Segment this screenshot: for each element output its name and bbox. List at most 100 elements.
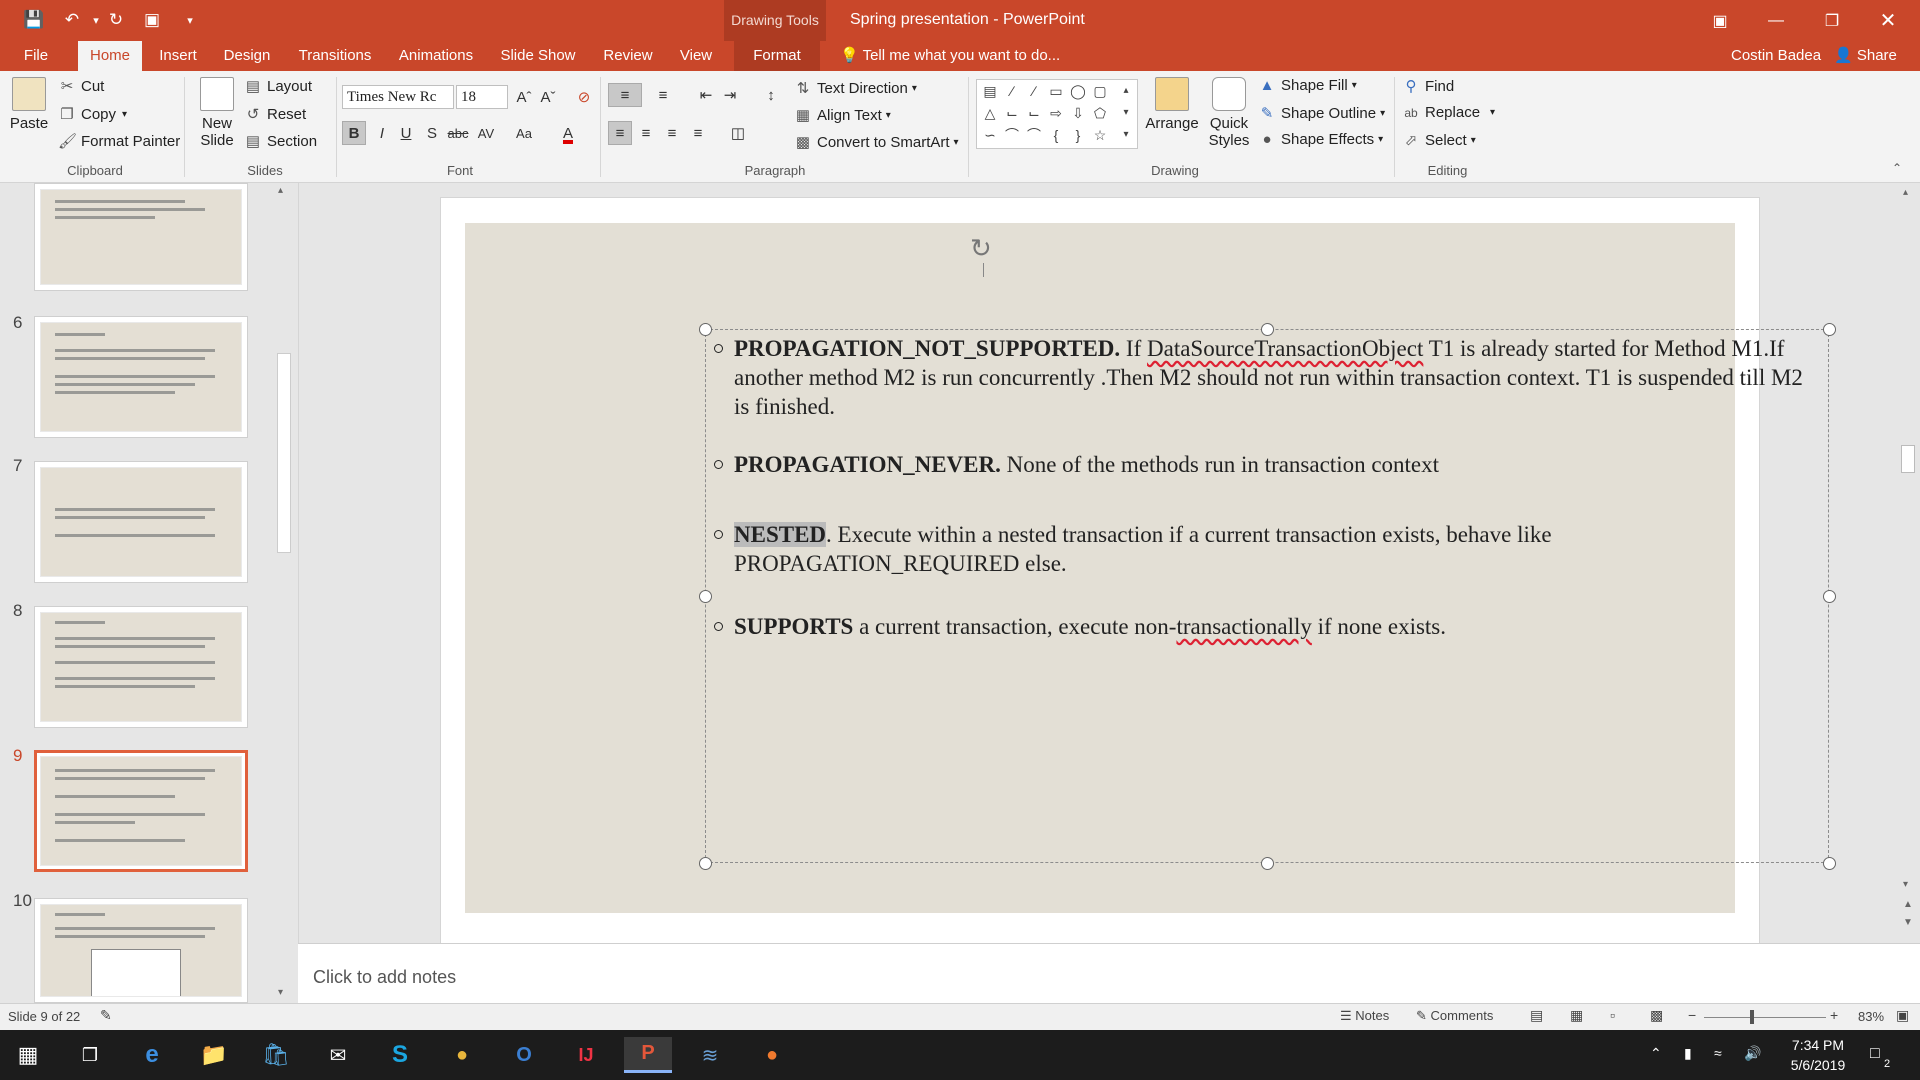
thumbnail-scrollbar[interactable]: ▴ ▾ <box>276 183 292 1003</box>
increase-indent-icon[interactable]: ⇥ <box>718 83 742 107</box>
tab-format[interactable]: Format <box>734 41 820 71</box>
align-center-icon[interactable]: ≡ <box>634 121 658 145</box>
zoom-slider[interactable] <box>1704 1017 1826 1018</box>
rectangle-shape-icon[interactable]: ▭ <box>1047 82 1065 100</box>
notes-toggle[interactable]: ☰ Notes <box>1340 1008 1389 1024</box>
resize-handle[interactable] <box>1823 590 1836 603</box>
resize-handle[interactable] <box>699 590 712 603</box>
shape-outline-button[interactable]: ✎ Shape Outline ▾ <box>1258 104 1385 123</box>
redo-icon[interactable]: ↻ <box>102 8 130 32</box>
fit-slide-icon[interactable]: ▣ <box>1896 1007 1909 1024</box>
slide-thumbnail[interactable] <box>34 183 248 291</box>
section-button[interactable]: ▤ Section <box>244 132 317 151</box>
rounded-rect-shape-icon[interactable]: ▢ <box>1091 82 1109 100</box>
italic-button[interactable]: I <box>370 121 394 145</box>
bullets-icon[interactable]: ≡ <box>608 83 642 107</box>
tray-overflow-icon[interactable]: ⌃ <box>1650 1045 1662 1062</box>
paste-button[interactable]: Paste <box>8 77 50 132</box>
normal-view-icon[interactable]: ▤ <box>1530 1007 1543 1024</box>
shapes-gallery[interactable]: ▤ ∕ ∕ ▭ ◯ ▢ △ ⌙ ⌙ ⇨ ⇩ ⬠ ∽ ⌒ ⌒ { } ☆ ▴ ▾ … <box>976 79 1138 149</box>
tab-review[interactable]: Review <box>596 41 660 71</box>
slide-thumbnail[interactable] <box>34 316 248 438</box>
find-button[interactable]: ⚲ Find <box>1402 77 1455 96</box>
bullet-item[interactable]: PROPAGATION_NOT_SUPPORTED. If DataSource… <box>714 334 1814 421</box>
zoom-out-icon[interactable]: − <box>1688 1007 1696 1023</box>
format-painter-button[interactable]: 🖌 Format Painter <box>58 132 180 151</box>
windows-start-icon[interactable]: ▦ <box>4 1037 52 1073</box>
previous-slide-icon[interactable]: ▲ <box>1903 899 1913 910</box>
bullet-item[interactable]: SUPPORTS a current transaction, execute … <box>714 612 1814 641</box>
font-color-icon[interactable]: A <box>556 121 580 145</box>
scroll-down-icon[interactable]: ▾ <box>1903 879 1908 890</box>
shadow-button[interactable]: S <box>420 121 444 145</box>
oval-shape-icon[interactable]: ◯ <box>1069 82 1087 100</box>
replace-button[interactable]: ab Replace ▾ <box>1402 104 1495 121</box>
comments-toggle[interactable]: ✎ Comments <box>1416 1008 1493 1024</box>
misspelled-word[interactable]: DataSourceTransactionObject <box>1147 336 1423 361</box>
text-direction-button[interactable]: ⇅ Text Direction ▾ <box>794 79 917 98</box>
tab-home[interactable]: Home <box>78 41 142 71</box>
arrow-right-shape-icon[interactable]: ⇨ <box>1047 104 1065 122</box>
task-view-icon[interactable]: ❐ <box>66 1037 114 1073</box>
tab-view[interactable]: View <box>672 41 720 71</box>
misspelled-word[interactable]: transactionally <box>1176 614 1311 639</box>
database-tool-icon[interactable]: ≋ <box>686 1037 734 1073</box>
line-shape-icon[interactable]: ∕ <box>1025 82 1043 100</box>
spelling-check-icon[interactable]: ✎ <box>100 1007 112 1024</box>
tab-file[interactable]: File <box>10 41 62 71</box>
resize-handle[interactable] <box>1823 323 1836 336</box>
file-explorer-icon[interactable]: 📁 <box>190 1037 238 1073</box>
bullet-term-selected[interactable]: NESTED <box>734 522 827 547</box>
share-button[interactable]: 👤 Share <box>1834 41 1897 71</box>
new-slide-button[interactable]: New Slide <box>194 77 240 149</box>
freeform-shape-icon[interactable]: ⬠ <box>1091 104 1109 122</box>
tab-transitions[interactable]: Transitions <box>290 41 380 71</box>
character-spacing-icon[interactable]: AV <box>474 121 498 145</box>
editor-scrollbar[interactable]: ▴ ▾ ▲ ▼ <box>1897 183 1920 943</box>
arc-shape-icon[interactable]: ⌒ <box>1003 126 1021 144</box>
brace-left-shape-icon[interactable]: { <box>1047 126 1065 144</box>
store-icon[interactable]: 🛍 <box>252 1037 300 1073</box>
arc-shape-icon[interactable]: ⌒ <box>1025 126 1043 144</box>
layout-button[interactable]: ▤ Layout <box>244 77 312 96</box>
scroll-thumb[interactable] <box>277 353 291 553</box>
tell-me-search[interactable]: 💡 Tell me what you want to do... <box>840 41 1060 71</box>
decrease-font-icon[interactable]: Aˇ <box>536 85 560 109</box>
save-icon[interactable]: 💾 <box>20 8 48 32</box>
slide-thumbnail[interactable] <box>34 461 248 583</box>
content-placeholder[interactable]: PROPAGATION_NOT_SUPPORTED. If DataSource… <box>699 323 1836 870</box>
resize-handle[interactable] <box>1823 857 1836 870</box>
scroll-up-icon[interactable]: ▴ <box>278 185 283 196</box>
start-from-beginning-icon[interactable]: ▣ <box>138 8 166 32</box>
align-left-icon[interactable]: ≡ <box>608 121 632 145</box>
slide-thumbnail-selected[interactable] <box>34 750 248 872</box>
triangle-shape-icon[interactable]: △ <box>981 104 999 122</box>
gallery-more-icon[interactable]: ▾ <box>1117 126 1135 144</box>
select-button[interactable]: ⬀ Select ▾ <box>1402 131 1476 150</box>
tab-animations[interactable]: Animations <box>390 41 482 71</box>
scroll-up-icon[interactable]: ▴ <box>1903 187 1908 198</box>
tab-design[interactable]: Design <box>216 41 278 71</box>
font-size-select[interactable]: 18 <box>456 85 508 109</box>
change-case-icon[interactable]: Aa <box>512 121 536 145</box>
arrange-button[interactable]: Arrange <box>1142 77 1202 132</box>
powerpoint-icon[interactable]: P <box>624 1037 672 1073</box>
cut-button[interactable]: ✂ Cut <box>58 77 105 96</box>
arrow-down-shape-icon[interactable]: ⇩ <box>1069 104 1087 122</box>
curve-shape-icon[interactable]: ∽ <box>981 126 999 144</box>
strikethrough-button[interactable]: abc <box>446 121 470 145</box>
restore-icon[interactable]: ❐ <box>1804 0 1860 41</box>
postman-icon[interactable]: ● <box>748 1037 796 1073</box>
increase-font-icon[interactable]: Aˆ <box>512 85 536 109</box>
star-shape-icon[interactable]: ☆ <box>1091 126 1109 144</box>
volume-icon[interactable]: 🔊 <box>1744 1045 1761 1062</box>
intellij-icon[interactable]: IJ <box>562 1037 610 1073</box>
convert-smartart-button[interactable]: ▩ Convert to SmartArt ▾ <box>794 133 959 152</box>
slide-show-icon[interactable]: ▩ <box>1650 1007 1663 1024</box>
bullet-item[interactable]: NESTED. Execute within a nested transact… <box>714 520 1814 578</box>
align-text-button[interactable]: ▦ Align Text ▾ <box>794 106 891 125</box>
textbox-shape-icon[interactable]: ▤ <box>981 82 999 100</box>
quick-styles-button[interactable]: Quick Styles <box>1204 77 1254 149</box>
clock[interactable]: 7:34 PM 5/6/2019 <box>1768 1035 1868 1075</box>
collapse-ribbon-icon[interactable]: ⌃ <box>1892 161 1902 175</box>
